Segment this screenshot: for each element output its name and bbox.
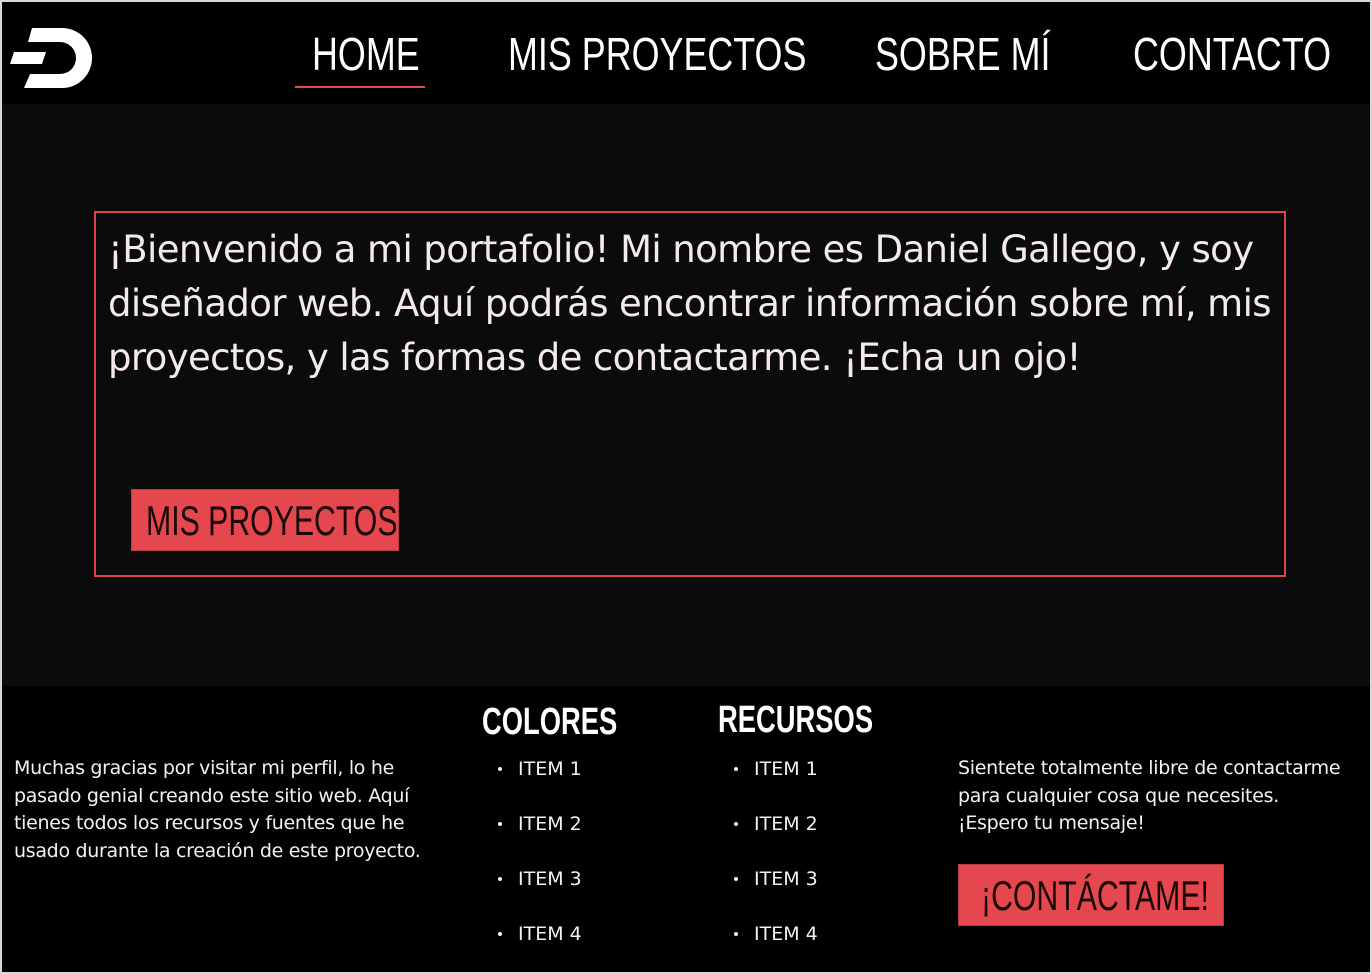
recursos-heading: RECURSOS	[718, 699, 874, 741]
contact-text: Sientete totalmente libre de contactarme…	[958, 757, 1341, 834]
dash-d-logo-icon[interactable]	[10, 22, 94, 92]
portfolio-page: HOME MIS PROYECTOS SOBRE MÍ CONTACTO ¡Bi…	[0, 0, 1372, 974]
list-item[interactable]: ITEM 1	[732, 756, 818, 811]
bullet-icon	[734, 932, 738, 936]
colores-heading: COLORES	[482, 701, 618, 743]
welcome-text: ¡Bienvenido a mi portafolio! Mi nombre e…	[108, 228, 1272, 379]
list-item[interactable]: ITEM 1	[496, 756, 582, 811]
contactame-button-label: ¡CONTÁCTAME!	[981, 872, 1209, 919]
recursos-list: ITEM 1 ITEM 2 ITEM 3 ITEM 4	[732, 756, 818, 972]
bullet-icon	[498, 932, 502, 936]
bullet-icon	[498, 822, 502, 826]
footer-about-text: Muchas gracias por visitar mi perfil, lo…	[14, 757, 421, 862]
top-navbar: HOME MIS PROYECTOS SOBRE MÍ CONTACTO	[2, 2, 1370, 104]
bullet-icon	[734, 767, 738, 771]
list-item[interactable]: ITEM 4	[732, 921, 818, 972]
bullet-icon	[498, 767, 502, 771]
list-item[interactable]: ITEM 4	[496, 921, 582, 972]
contactame-button[interactable]: ¡CONTÁCTAME!	[958, 864, 1224, 926]
bullet-icon	[498, 877, 502, 881]
mis-proyectos-button-label: MIS PROYECTOS	[146, 497, 398, 544]
list-item[interactable]: ITEM 2	[496, 811, 582, 866]
footer: Muchas gracias por visitar mi perfil, lo…	[2, 686, 1370, 972]
nav-home[interactable]: HOME	[312, 24, 420, 84]
nav-contacto[interactable]: CONTACTO	[1133, 24, 1331, 84]
list-item[interactable]: ITEM 3	[496, 866, 582, 921]
mis-proyectos-button[interactable]: MIS PROYECTOS	[131, 489, 399, 551]
nav-active-underline	[295, 86, 425, 88]
welcome-card: ¡Bienvenido a mi portafolio! Mi nombre e…	[94, 211, 1286, 577]
bullet-icon	[734, 822, 738, 826]
nav-mis-proyectos[interactable]: MIS PROYECTOS	[508, 24, 806, 84]
list-item[interactable]: ITEM 2	[732, 811, 818, 866]
nav-sobre-mi[interactable]: SOBRE MÍ	[875, 24, 1050, 84]
bullet-icon	[734, 877, 738, 881]
colores-list: ITEM 1 ITEM 2 ITEM 3 ITEM 4	[496, 756, 582, 972]
list-item[interactable]: ITEM 3	[732, 866, 818, 921]
